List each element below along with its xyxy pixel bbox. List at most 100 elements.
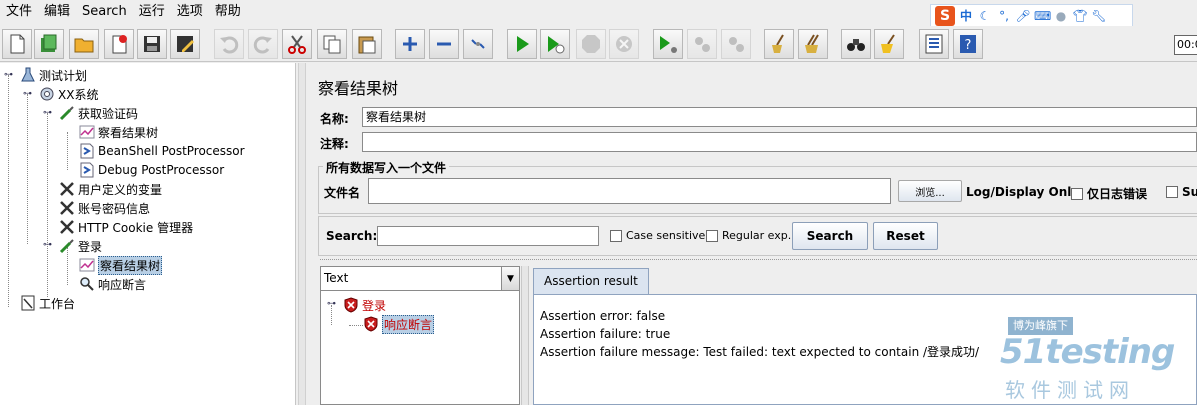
tools-icon bbox=[59, 181, 75, 197]
menu-edit[interactable]: 编辑 bbox=[38, 0, 76, 24]
ime-mode-label[interactable]: 中 bbox=[958, 8, 974, 24]
user-icon[interactable]: ● bbox=[1053, 8, 1069, 24]
keyboard-icon[interactable]: ⌨ bbox=[1034, 8, 1051, 24]
stop-button[interactable] bbox=[576, 29, 606, 59]
open-button[interactable] bbox=[69, 29, 99, 59]
new-button[interactable] bbox=[2, 29, 32, 59]
menu-run[interactable]: 运行 bbox=[133, 0, 171, 24]
search-submit-button[interactable]: Search bbox=[792, 222, 868, 250]
checkbox-box[interactable] bbox=[706, 229, 718, 242]
function-helper-button[interactable] bbox=[919, 29, 949, 59]
tools-icon bbox=[59, 200, 75, 216]
remote-start-button[interactable] bbox=[653, 29, 683, 59]
results-splitter[interactable] bbox=[521, 266, 529, 405]
tree-node-config[interactable]: HTTP Cookie 管理器 bbox=[59, 218, 193, 236]
pipette-icon bbox=[59, 105, 75, 121]
menu-help[interactable]: 帮助 bbox=[209, 0, 247, 24]
remote-shutdown-button[interactable] bbox=[721, 29, 751, 59]
regex-label: Regular exp. bbox=[722, 229, 792, 242]
tree-connector bbox=[47, 113, 48, 297]
clear-all-button[interactable] bbox=[798, 29, 828, 59]
tree-node-postprocessor[interactable]: BeanShell PostProcessor bbox=[79, 142, 245, 160]
remote-stop-icon bbox=[695, 37, 710, 52]
panel-splitter[interactable] bbox=[298, 63, 306, 405]
menu-search[interactable]: Search bbox=[76, 0, 133, 24]
cut-button[interactable] bbox=[282, 29, 312, 59]
case-sensitive-checkbox[interactable]: Case sensitive bbox=[610, 229, 705, 242]
regex-checkbox[interactable]: Regular exp. bbox=[706, 229, 791, 242]
collapse-toggle[interactable]: ⊶ bbox=[43, 241, 52, 250]
ime-toolbar[interactable]: S 中 ☾ °, 🎤︎ ⌨ ● 👕︎ 🔧︎ bbox=[930, 4, 1133, 28]
sample-result-node[interactable]: 登录 bbox=[343, 296, 386, 314]
tree-node-sampler[interactable]: 登录 bbox=[59, 237, 102, 255]
name-field[interactable]: 察看结果树 bbox=[362, 107, 1197, 127]
save-icon bbox=[144, 36, 160, 52]
save-button[interactable] bbox=[137, 29, 167, 59]
menu-file[interactable]: 文件 bbox=[0, 0, 38, 24]
tree-node-label: 登录 bbox=[78, 239, 103, 254]
filename-field[interactable] bbox=[368, 178, 891, 204]
skin-icon[interactable]: 👕︎ bbox=[1072, 8, 1088, 24]
moon-icon[interactable]: ☾ bbox=[977, 8, 993, 24]
comment-field[interactable] bbox=[362, 132, 1197, 152]
save-screenshot-button[interactable] bbox=[170, 29, 200, 59]
listener-panel: 察看结果树 名称: 察看结果树 注释: 所有数据写入一个文件 文件名 浏览...… bbox=[308, 63, 1197, 405]
wrench-icon[interactable]: 🔧︎ bbox=[1091, 8, 1107, 24]
tree-node-assertion[interactable]: 响应断言 bbox=[79, 275, 146, 293]
search-button[interactable] bbox=[841, 29, 871, 59]
collapse-toggle[interactable]: ⊶ bbox=[43, 109, 52, 118]
split-handle[interactable] bbox=[320, 259, 1197, 263]
results-tree-panel[interactable]: Text ▼ ⊶ 登录 响应断言 bbox=[320, 266, 520, 405]
chevron-down-icon[interactable]: ▼ bbox=[501, 267, 519, 290]
tree-node-config[interactable]: 用户定义的变量 bbox=[59, 180, 162, 198]
remote-stop-button[interactable] bbox=[687, 29, 717, 59]
checkbox-box[interactable] bbox=[610, 229, 622, 242]
reset-search-button[interactable] bbox=[874, 29, 904, 59]
tree-node-config[interactable]: 账号密码信息 bbox=[59, 199, 150, 217]
renderer-select[interactable]: Text ▼ bbox=[321, 267, 519, 291]
shutdown-button[interactable] bbox=[609, 29, 639, 59]
clear-button[interactable] bbox=[764, 29, 794, 59]
templates-button[interactable] bbox=[34, 29, 64, 59]
tree-node-listener-selected[interactable]: 察看结果树 bbox=[79, 255, 163, 275]
toggle-button[interactable] bbox=[463, 29, 493, 59]
test-plan-tree[interactable]: ⊶ ⊶ ⊶ ⊶ 测试计划 XX系统 获取验证码 察看结果树 BeanShell … bbox=[0, 63, 296, 405]
tree-node-workbench[interactable]: 工作台 bbox=[20, 294, 75, 312]
tree-node-sampler[interactable]: 获取验证码 bbox=[59, 104, 138, 122]
collapse-all-button[interactable] bbox=[429, 29, 459, 59]
file-group-title: 所有数据写入一个文件 bbox=[323, 159, 450, 176]
successes-checkbox[interactable]: Su bbox=[1166, 185, 1197, 199]
clipboard-icon bbox=[20, 295, 36, 311]
checkbox-box[interactable] bbox=[1166, 186, 1178, 198]
tree-node-test-plan[interactable]: 测试计划 bbox=[20, 66, 87, 84]
search-input[interactable] bbox=[377, 226, 599, 246]
microphone-icon[interactable]: 🎤︎ bbox=[1015, 8, 1031, 24]
tree-node-thread-group[interactable]: XX系统 bbox=[39, 85, 98, 103]
browse-button[interactable]: 浏览... bbox=[898, 180, 962, 202]
expand-all-button[interactable] bbox=[395, 29, 425, 59]
paste-button[interactable] bbox=[352, 29, 382, 59]
help-button[interactable]: ? bbox=[953, 29, 983, 59]
collapse-toggle[interactable]: ⊶ bbox=[327, 300, 336, 309]
copy-button[interactable] bbox=[317, 29, 347, 59]
errors-only-checkbox[interactable]: 仅日志错误 bbox=[1071, 185, 1147, 202]
start-button[interactable] bbox=[507, 29, 537, 59]
redo-icon bbox=[253, 36, 272, 54]
tab-assertion-result[interactable]: Assertion result bbox=[533, 268, 649, 294]
tree-node-label: 工作台 bbox=[39, 296, 76, 311]
scissors-icon bbox=[288, 35, 306, 54]
punctuation-icon[interactable]: °, bbox=[996, 8, 1012, 24]
collapse-toggle[interactable]: ⊶ bbox=[4, 71, 13, 80]
menu-options[interactable]: 选项 bbox=[171, 0, 209, 24]
tree-node-postprocessor[interactable]: Debug PostProcessor bbox=[79, 161, 224, 179]
assertion-result-node[interactable]: 响应断言 bbox=[363, 314, 435, 334]
collapse-toggle[interactable]: ⊶ bbox=[23, 90, 32, 99]
sogou-logo-icon[interactable]: S bbox=[935, 6, 955, 26]
reset-button[interactable]: Reset bbox=[873, 222, 938, 250]
checkbox-box[interactable] bbox=[1071, 187, 1083, 200]
redo-button[interactable] bbox=[248, 29, 278, 59]
start-no-pauses-button[interactable] bbox=[540, 29, 570, 59]
undo-button[interactable] bbox=[214, 29, 244, 59]
tree-node-listener[interactable]: 察看结果树 bbox=[79, 123, 158, 141]
close-button[interactable] bbox=[104, 29, 134, 59]
